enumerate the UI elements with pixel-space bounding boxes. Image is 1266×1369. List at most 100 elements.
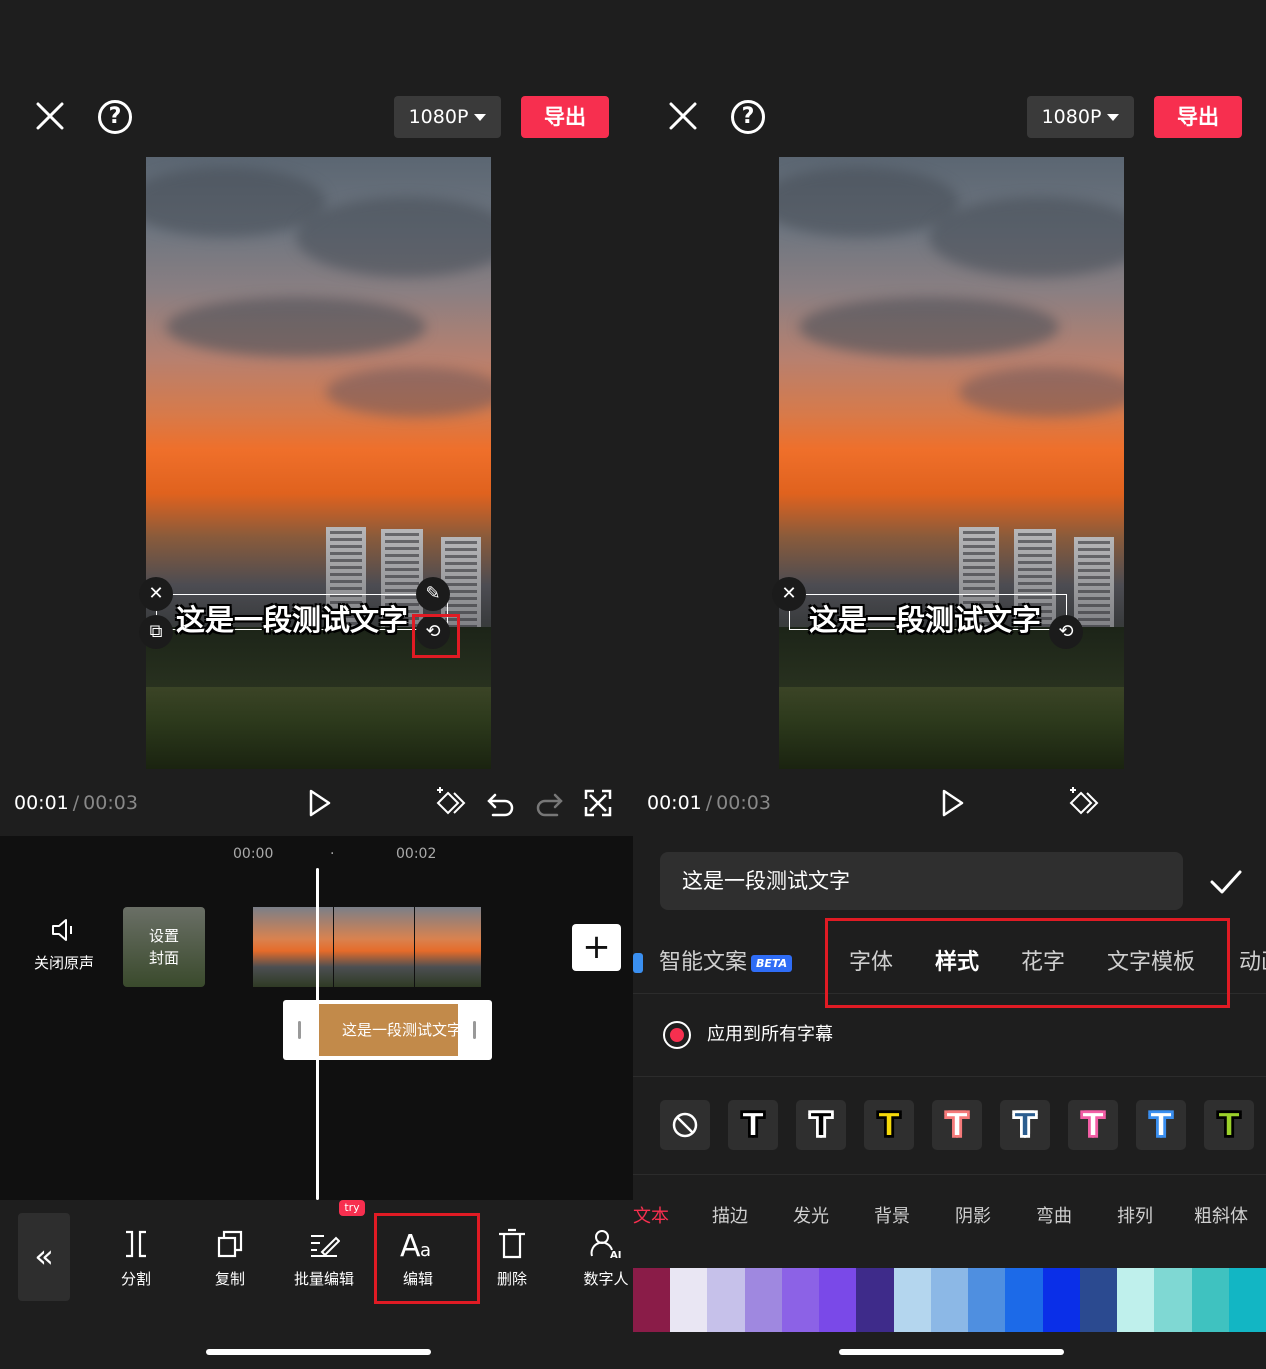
video-clip[interactable]: [415, 907, 481, 987]
none-icon: [672, 1112, 698, 1138]
tab-animation[interactable]: 动画: [1239, 944, 1266, 976]
style-preset[interactable]: T: [1204, 1100, 1254, 1150]
export-button[interactable]: 导出: [1154, 96, 1242, 138]
export-button[interactable]: 导出: [521, 96, 609, 138]
style-preset[interactable]: T: [864, 1100, 914, 1150]
time-tick: 00:00: [233, 846, 274, 862]
left-screen: ? 1080P 导出 这是一段测试文字 ✕ ✎ ⧉ ⟲ 00:01/00:03 …: [0, 0, 633, 1369]
confirm-check-icon[interactable]: [1208, 864, 1244, 900]
subtab-background[interactable]: 背景: [874, 1202, 910, 1228]
split-tool[interactable]: 分割: [96, 1228, 176, 1289]
help-icon[interactable]: ?: [731, 100, 765, 134]
text-editor-panel: 智能文案BETA 字体 样式 花字 文字模板 动画 应用到所有字幕 TTTTTT…: [633, 836, 1266, 1369]
preset-none[interactable]: [660, 1100, 710, 1150]
video-preview[interactable]: 这是一段测试文字: [146, 157, 491, 769]
subtab-text[interactable]: 文本: [633, 1202, 669, 1228]
color-swatch[interactable]: [1079, 1268, 1118, 1332]
color-swatch[interactable]: [707, 1268, 745, 1332]
subtab-arrange[interactable]: 排列: [1117, 1202, 1153, 1228]
style-preset[interactable]: T: [1000, 1100, 1050, 1150]
color-swatch[interactable]: [1117, 1268, 1155, 1332]
batch-edit-tool[interactable]: 批量编辑: [284, 1228, 364, 1289]
mute-original-audio-button[interactable]: 关闭原声: [28, 916, 100, 973]
text-input[interactable]: [660, 852, 1183, 910]
subtitle-overlay[interactable]: 这是一段测试文字: [176, 597, 408, 639]
keyframe-icon[interactable]: [434, 787, 466, 819]
caret-down-icon: [474, 114, 487, 121]
color-swatch[interactable]: [1005, 1268, 1043, 1332]
color-swatch[interactable]: [1191, 1268, 1229, 1332]
edit-text-icon[interactable]: ✎: [416, 577, 450, 611]
color-swatch[interactable]: [670, 1268, 708, 1332]
keyframe-icon[interactable]: [1067, 787, 1099, 819]
color-swatch[interactable]: [781, 1268, 820, 1332]
color-swatch[interactable]: [893, 1268, 931, 1332]
undo-icon[interactable]: [485, 787, 517, 819]
style-preset[interactable]: T: [728, 1100, 778, 1150]
color-swatch[interactable]: [819, 1268, 857, 1332]
text-clip[interactable]: 这是一段测试文字: [283, 1000, 492, 1060]
rotate-scale-icon[interactable]: ⟲: [1049, 615, 1083, 649]
close-icon[interactable]: [34, 100, 66, 132]
color-swatch[interactable]: [968, 1268, 1006, 1332]
copy-tool[interactable]: 复制: [190, 1228, 270, 1289]
edit-toolbar: « 分割 复制 try 批量编辑 Aa 编辑 删除 AI 数字人: [0, 1200, 633, 1369]
subtab-bold-italic[interactable]: 粗斜体: [1194, 1202, 1248, 1228]
color-swatch[interactable]: [1154, 1268, 1192, 1332]
set-cover-button[interactable]: 设置 封面: [123, 907, 205, 987]
play-icon[interactable]: [936, 787, 968, 819]
subtab-glow[interactable]: 发光: [793, 1202, 829, 1228]
digital-human-icon: AI: [590, 1230, 621, 1260]
add-clip-button[interactable]: +: [572, 924, 621, 971]
close-icon[interactable]: [667, 100, 699, 132]
text-style-subtabs: 文本 描边 发光 背景 阴影 弯曲 排列 粗斜体: [633, 1198, 1266, 1238]
color-swatch[interactable]: [1042, 1268, 1080, 1332]
beta-badge: BETA: [751, 954, 793, 972]
trash-icon: [499, 1228, 525, 1259]
color-swatch[interactable]: [1228, 1268, 1266, 1332]
speaker-icon: [52, 919, 72, 941]
playhead[interactable]: [316, 868, 319, 1200]
color-swatch[interactable]: [856, 1268, 894, 1332]
resolution-dropdown[interactable]: 1080P: [394, 96, 501, 138]
color-swatches: [633, 1268, 1266, 1332]
video-preview[interactable]: 这是一段测试文字: [779, 157, 1124, 769]
batch-edit-icon: [311, 1235, 340, 1257]
time-tick: 00:02: [396, 846, 437, 862]
delete-text-icon[interactable]: ✕: [139, 577, 173, 611]
collapse-toolbar-button[interactable]: «: [18, 1213, 70, 1301]
copy-text-icon[interactable]: ⧉: [139, 615, 173, 649]
video-clip[interactable]: [334, 907, 414, 987]
copy-icon: [217, 1230, 243, 1258]
time-tick: ·: [330, 846, 335, 862]
subtab-stroke[interactable]: 描边: [712, 1202, 748, 1228]
highlight-style-tabs: [825, 918, 1230, 1008]
subtab-shadow[interactable]: 阴影: [955, 1202, 991, 1228]
fullscreen-icon[interactable]: [582, 787, 614, 819]
style-preset[interactable]: T: [932, 1100, 982, 1150]
resolution-dropdown[interactable]: 1080P: [1027, 96, 1134, 138]
color-swatch[interactable]: [633, 1268, 671, 1332]
subtitle-overlay[interactable]: 这是一段测试文字: [809, 597, 1041, 639]
style-preset[interactable]: T: [1068, 1100, 1118, 1150]
help-icon[interactable]: ?: [98, 100, 132, 134]
delete-tool[interactable]: 删除: [472, 1228, 552, 1289]
time-display: 00:01/00:03: [14, 792, 138, 814]
try-badge: try: [339, 1200, 365, 1216]
home-indicator: [206, 1349, 431, 1355]
play-icon[interactable]: [303, 787, 335, 819]
delete-text-icon[interactable]: ✕: [772, 577, 806, 611]
style-preset[interactable]: T: [1136, 1100, 1186, 1150]
redo-icon[interactable]: [533, 787, 565, 819]
home-indicator: [839, 1349, 1064, 1355]
style-preset[interactable]: T: [796, 1100, 846, 1150]
tab-smart-copy[interactable]: 智能文案 BETA: [633, 944, 793, 976]
digital-human-tool[interactable]: AI 数字人: [566, 1228, 633, 1289]
svg-text:AI: AI: [610, 1250, 621, 1260]
video-clip[interactable]: [253, 907, 333, 987]
radio-selected[interactable]: [663, 1021, 691, 1049]
subtab-curve[interactable]: 弯曲: [1036, 1202, 1072, 1228]
color-swatch[interactable]: [744, 1268, 782, 1332]
apply-all-subtitles-toggle[interactable]: 应用到所有字幕: [663, 1020, 833, 1049]
color-swatch[interactable]: [930, 1268, 969, 1332]
